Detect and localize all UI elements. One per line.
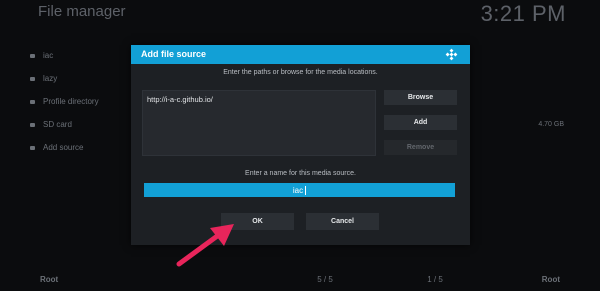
add-source-dialog: Add file source Enter the paths or brows… [131, 45, 470, 245]
dialog-title: Add file source [141, 49, 207, 59]
source-name-value: iac [292, 185, 304, 195]
clock: 3:21 PM [480, 1, 566, 26]
footer-left-path: Root [40, 275, 59, 284]
bg-title: File manager [38, 3, 126, 20]
list-item-label: lazy [43, 74, 58, 83]
footer-page-right: 1 / 5 [427, 275, 443, 284]
kodi-logo-icon [445, 48, 458, 61]
text-caret [305, 185, 307, 195]
folder-icon [30, 122, 35, 127]
footer: Root 5 / 5 1 / 5 Root [40, 275, 560, 284]
footer-right-path: Root [541, 275, 560, 284]
list-item-label: iac [43, 51, 54, 60]
folder-icon [30, 53, 35, 58]
list-item-label: Profile directory [43, 97, 99, 106]
paths-hint: Enter the paths or browse for the media … [223, 69, 378, 76]
path-list[interactable]: http://i-a-c.github.io/ [142, 90, 376, 156]
name-hint: Enter a name for this media source. [245, 170, 356, 177]
list-item-label: Add source [43, 143, 84, 152]
path-list-item[interactable]: http://i-a-c.github.io/ [147, 95, 213, 104]
pointer-arrow-icon [176, 224, 234, 267]
footer-page-left: 5 / 5 [317, 275, 333, 284]
folder-icon [30, 76, 35, 81]
source-name-input[interactable]: iac [144, 183, 455, 197]
browse-button[interactable]: Browse [384, 90, 457, 105]
folder-icon [30, 99, 35, 104]
dialog-header: Add file source [131, 45, 470, 64]
list-item-size: 4.70 GB [538, 121, 564, 128]
list-item-label: SD card [43, 120, 72, 129]
folder-icon [30, 145, 35, 150]
remove-button[interactable]: Remove [384, 140, 457, 155]
cancel-button[interactable]: Cancel [306, 213, 379, 230]
add-button[interactable]: Add [384, 115, 457, 130]
